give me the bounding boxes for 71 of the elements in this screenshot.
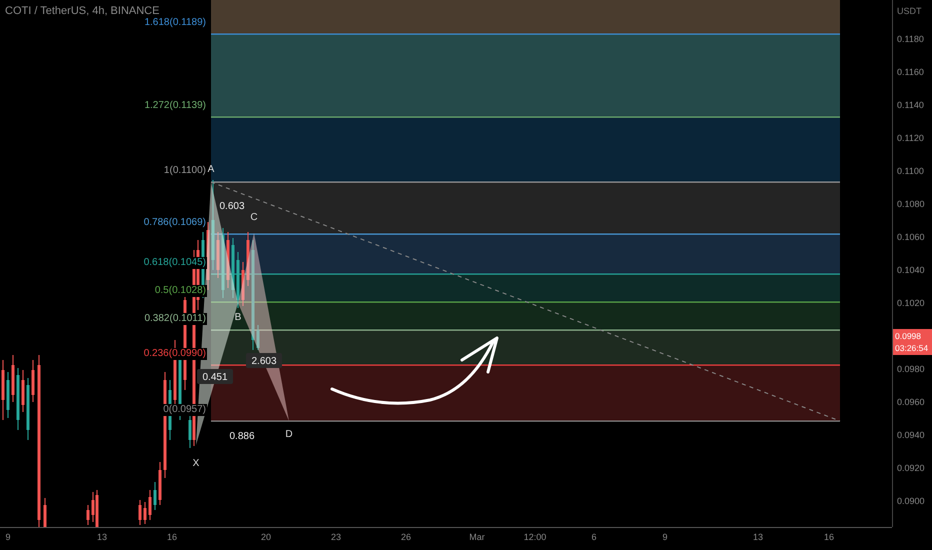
candlestick <box>44 498 46 527</box>
candlestick <box>222 228 224 298</box>
price-tick: 0.1040 <box>896 264 926 277</box>
candlestick <box>206 222 210 290</box>
fib-level-label: 0.5(0.1028) <box>154 285 207 297</box>
point-label: D <box>285 429 293 440</box>
candlestick <box>154 482 156 510</box>
fib-level-label: 0.382(0.1011) <box>143 313 207 325</box>
point-label: X <box>192 458 200 469</box>
candlestick <box>2 360 4 420</box>
candlestick <box>138 500 142 526</box>
point-label: B <box>234 312 242 323</box>
price-tick: 0.0960 <box>896 396 926 409</box>
candlestick <box>158 462 162 506</box>
fib-level-label: 1.618(0.1189) <box>143 17 207 29</box>
price-tick: 0.1020 <box>896 296 926 310</box>
time-tick: 16 <box>824 532 834 542</box>
candlestick <box>226 232 230 288</box>
currency-label: USDT <box>896 5 922 18</box>
time-tick: 20 <box>261 532 271 542</box>
time-tick: 26 <box>401 532 411 542</box>
point-label: A <box>208 164 214 175</box>
candlestick <box>148 490 152 520</box>
candlestick <box>16 368 20 430</box>
candlestick <box>232 238 234 298</box>
price-tick: 0.1140 <box>896 98 925 112</box>
price-tick: 0.0900 <box>896 494 926 508</box>
time-tick: 16 <box>167 532 177 542</box>
fib-level-label: 0.236(0.0990) <box>142 348 207 360</box>
ratio-label: 0.886 <box>229 431 255 442</box>
candlestick <box>242 262 244 306</box>
time-tick: 13 <box>97 532 107 542</box>
time-tick: Mar <box>469 532 485 542</box>
time-tick: 23 <box>331 532 341 542</box>
price-tick: 0.0920 <box>896 462 926 475</box>
candlestick <box>22 370 24 412</box>
ratio-label: 2.603 <box>246 353 282 368</box>
current-price-badge: 0.0998 03:26:54 <box>893 328 932 355</box>
point-label: C <box>250 212 258 223</box>
candlestick <box>144 502 146 524</box>
price-tick: 0.0940 <box>896 428 926 442</box>
candlestick <box>26 378 30 440</box>
candlestick <box>12 354 14 402</box>
candlestick <box>236 252 240 308</box>
candlestick <box>256 324 260 350</box>
time-tick: 13 <box>753 532 763 542</box>
price-tick: 0.1060 <box>896 230 926 244</box>
price-tick: 0.0980 <box>896 362 926 376</box>
price-tick: 0.1180 <box>896 32 925 46</box>
price-tick: 0.1100 <box>896 164 925 178</box>
candlestick <box>32 360 34 402</box>
candlestick <box>6 372 10 418</box>
fib-level-label: 0(0.0957) <box>162 404 207 416</box>
price-tick: 0.1080 <box>896 198 926 211</box>
fib-level-label: 0.786(0.1069) <box>142 217 207 229</box>
fib-level-label: 1.272(0.1139) <box>143 100 207 112</box>
ratio-label: 0.451 <box>197 369 233 384</box>
price-tick: 0.1120 <box>896 132 925 145</box>
candlestick <box>86 504 90 526</box>
time-tick: 9 <box>662 532 668 542</box>
candlestick <box>216 232 220 278</box>
time-tick: 12:00 <box>524 532 546 542</box>
candlestick <box>246 232 250 286</box>
time-tick: 9 <box>6 532 10 542</box>
fib-level-label: 1(0.1100) <box>162 165 207 177</box>
curved-arrow-icon <box>330 336 498 405</box>
fib-level-label: 0.618(0.1045) <box>142 257 207 269</box>
ratio-label: 0.603 <box>219 201 245 212</box>
time-tick: 6 <box>592 532 596 542</box>
chart-title: COTI / TetherUS, 4h, BINANCE <box>5 5 160 17</box>
price-tick: 0.1160 <box>896 66 925 79</box>
